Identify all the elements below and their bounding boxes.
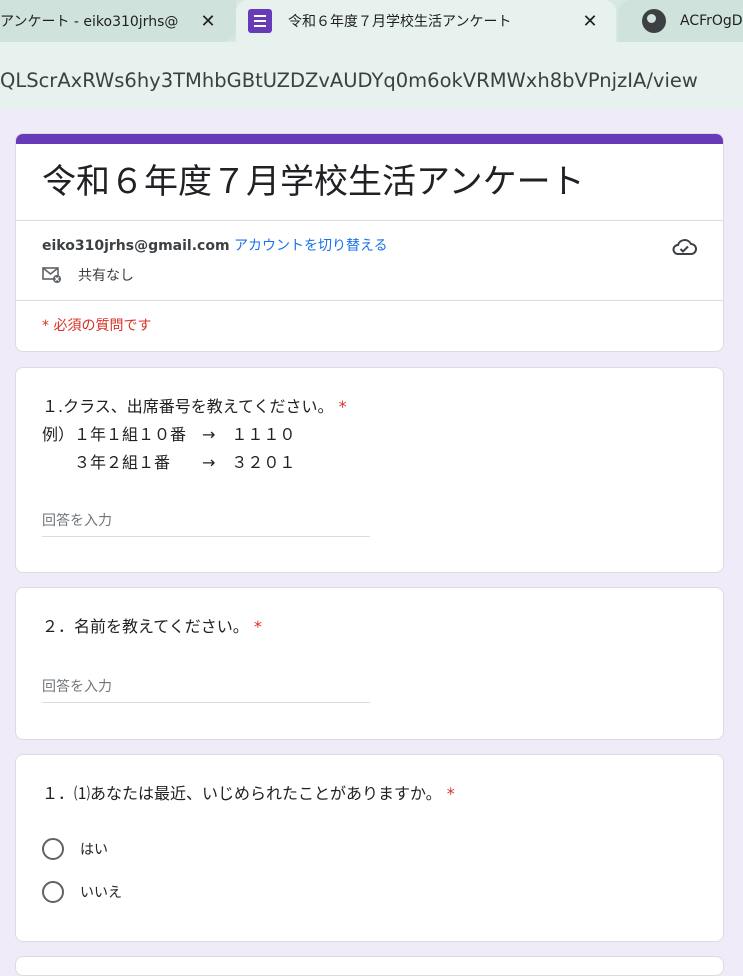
radio-option-no[interactable]: いいえ (42, 881, 122, 903)
question-title-text: １．⑴あなたは最近、いじめられたことがありますか。 (42, 784, 442, 803)
globe-icon (642, 9, 666, 33)
question-title: ２．名前を教えてください。 * (42, 613, 262, 641)
browser-tab-bar: アンケート - eiko310jrhs@ ✕ 令和６年度７月学校生活アンケート … (0, 0, 743, 42)
question-title: １.クラス、出席番号を教えてください。 * (42, 393, 347, 421)
question-description-line: ３年２組１番 → ３２０１ (42, 453, 296, 472)
divider (16, 300, 723, 301)
radio-option-yes[interactable]: はい (42, 838, 108, 860)
google-forms-icon (248, 9, 272, 33)
tab-previous[interactable]: アンケート - eiko310jrhs@ ✕ (0, 0, 236, 42)
required-asterisk: * (253, 617, 262, 636)
radio-button[interactable] (42, 838, 64, 860)
question-title-text: １.クラス、出席番号を教えてください。 (42, 397, 334, 416)
form-header-card: 令和６年度７月学校生活アンケート eiko310jrhs@gmail.com ア… (15, 133, 724, 352)
switch-account-link[interactable]: アカウントを切り替える (234, 238, 388, 254)
question-description-line: 例）１年１組１０番 → １１１０ (42, 425, 296, 444)
question-card-next (15, 956, 724, 976)
question-card-name: ２．名前を教えてください。 * (15, 587, 724, 740)
divider (16, 220, 723, 221)
tab-close-icon[interactable]: ✕ (198, 11, 218, 32)
radio-button[interactable] (42, 881, 64, 903)
account-line: eiko310jrhs@gmail.com アカウントを切り替える (42, 235, 388, 255)
radio-label: はい (80, 842, 108, 858)
account-email: eiko310jrhs@gmail.com (42, 238, 230, 254)
share-status-text: 共有なし (78, 268, 134, 284)
tab-title: アンケート - eiko310jrhs@ (0, 14, 179, 30)
tab-title: ACFrOgD (680, 13, 743, 29)
required-asterisk: * (338, 397, 347, 416)
address-bar[interactable]: QLScrAxRWs6hy3TMhbGBtUZDZvAUDYq0m6okVRMW… (0, 42, 743, 110)
radio-label: いいえ (80, 885, 122, 901)
required-asterisk: * (446, 784, 455, 803)
cloud-saved-icon (672, 239, 697, 255)
answer-input[interactable] (42, 506, 370, 537)
required-note: * 必須の質問です (42, 318, 152, 334)
mail-not-shared-icon (42, 267, 61, 283)
question-title: １．⑴あなたは最近、いじめられたことがありますか。 * (42, 780, 455, 808)
tab-next[interactable]: ACFrOgD (618, 0, 743, 42)
question-card-class-number: １.クラス、出席番号を教えてください。 * 例）１年１組１０番 → １１１０ ３… (15, 367, 724, 573)
accent-stripe (16, 134, 723, 144)
answer-input[interactable] (42, 672, 370, 703)
url-text[interactable]: QLScrAxRWs6hy3TMhbGBtUZDZvAUDYq0m6okVRMW… (0, 69, 698, 92)
tab-title: 令和６年度７月学校生活アンケート (288, 14, 512, 30)
question-title-text: ２．名前を教えてください。 (42, 617, 249, 636)
tab-close-icon[interactable]: ✕ (580, 11, 600, 32)
question-card-bullying: １．⑴あなたは最近、いじめられたことがありますか。 * はい いいえ (15, 754, 724, 942)
share-status: 共有なし (42, 265, 134, 285)
tab-active-form[interactable]: 令和６年度７月学校生活アンケート ✕ (236, 0, 616, 42)
form-title: 令和６年度７月学校生活アンケート (42, 162, 585, 202)
